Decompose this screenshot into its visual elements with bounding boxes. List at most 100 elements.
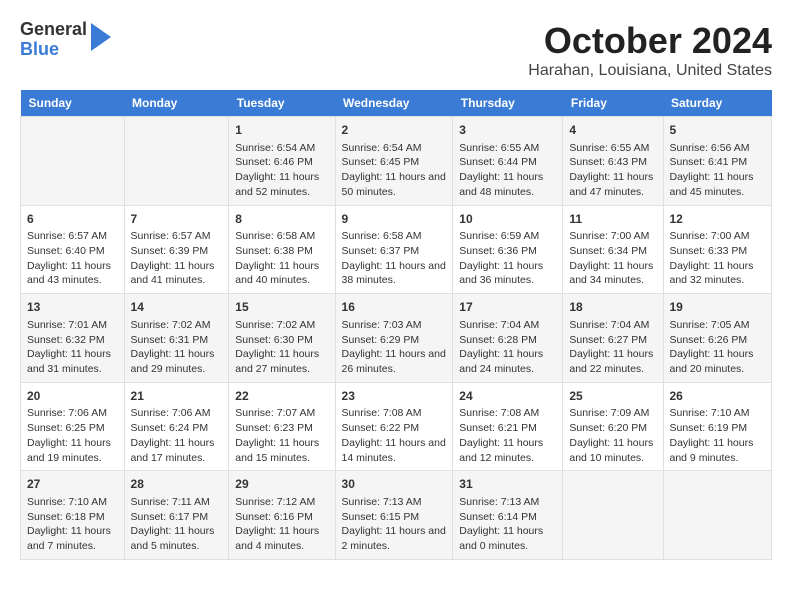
calendar-cell: 28Sunrise: 7:11 AMSunset: 6:17 PMDayligh… [124,471,229,560]
cell-text: Sunset: 6:32 PM [27,333,118,348]
calendar-week-3: 13 Sunrise: 7:01 AMSunset: 6:32 PM Dayligh… [21,294,772,383]
column-header-friday: Friday [563,90,663,117]
logo-blue: Blue [20,40,87,60]
day-number: 12 [670,211,766,228]
cell-text: Sunrise: 7:05 AM [670,318,766,333]
day-number: 10 [459,211,556,228]
calendar-cell: 11Sunrise: 7:00 AMSunset: 6:34 PMDayligh… [563,205,663,294]
day-number: 24 [459,388,556,405]
cell-text: Sunrise: 6:59 AM [459,229,556,244]
cell-text: Sunset: 6:21 PM [459,421,556,436]
cell-text: Sunrise: 6:58 AM [235,229,328,244]
cell-text: Sunset: 6:41 PM [670,155,766,170]
cell-text: Daylight: 11 hours and 34 minutes. [569,259,656,288]
day-number: 6 [27,211,118,228]
cell-text: Daylight: 11 hours and 15 minutes. [235,436,328,465]
cell-text: Sunset: 6:31 PM [131,333,223,348]
day-number: 5 [670,122,766,139]
day-number: 13 [27,299,118,316]
day-number: 15 [235,299,328,316]
cell-text: Sunrise: 7:00 AM [569,229,656,244]
calendar-cell: 2Sunrise: 6:54 AMSunset: 6:45 PMDaylight… [335,117,453,206]
calendar-cell: 8Sunrise: 6:58 AMSunset: 6:38 PMDaylight… [229,205,335,294]
cell-text: Sunrise: 7:01 AM [27,318,118,333]
cell-text: Daylight: 11 hours and 0 minutes. [459,524,556,553]
calendar-cell: 7Sunrise: 6:57 AMSunset: 6:39 PMDaylight… [124,205,229,294]
cell-text: Sunrise: 7:12 AM [235,495,328,510]
cell-text: Sunrise: 7:02 AM [131,318,223,333]
day-number: 1 [235,122,328,139]
column-header-monday: Monday [124,90,229,117]
cell-text: Sunrise: 7:09 AM [569,406,656,421]
cell-text: Daylight: 11 hours and 20 minutes. [670,347,766,376]
cell-text: Daylight: 11 hours and 22 minutes. [569,347,656,376]
day-number: 4 [569,122,656,139]
cell-text: Daylight: 11 hours and 2 minutes. [342,524,447,553]
day-number: 25 [569,388,656,405]
calendar-cell: 3Sunrise: 6:55 AMSunset: 6:44 PMDaylight… [453,117,563,206]
calendar-cell: 17Sunrise: 7:04 AMSunset: 6:28 PMDayligh… [453,294,563,383]
cell-text: Sunrise: 7:13 AM [342,495,447,510]
page-subtitle: Harahan, Louisiana, United States [528,62,772,80]
calendar-cell: 29Sunrise: 7:12 AMSunset: 6:16 PMDayligh… [229,471,335,560]
calendar-week-1: 1Sunrise: 6:54 AMSunset: 6:46 PMDaylight… [21,117,772,206]
day-number: 27 [27,476,118,493]
cell-text: Sunrise: 6:57 AM [27,229,118,244]
cell-text: Sunrise: 6:56 AM [670,141,766,156]
calendar-cell: 18Sunrise: 7:04 AMSunset: 6:27 PMDayligh… [563,294,663,383]
cell-text: Sunrise: 7:02 AM [235,318,328,333]
calendar-cell: 6Sunrise: 6:57 AMSunset: 6:40 PMDaylight… [21,205,125,294]
calendar-cell: 21Sunrise: 7:06 AMSunset: 6:24 PMDayligh… [124,382,229,471]
day-number: 21 [131,388,223,405]
cell-text: Sunset: 6:28 PM [459,333,556,348]
cell-text: Daylight: 11 hours and 40 minutes. [235,259,328,288]
cell-text: Sunrise: 6:55 AM [569,141,656,156]
cell-text: Sunset: 6:46 PM [235,155,328,170]
day-number: 8 [235,211,328,228]
cell-text: Daylight: 11 hours and 14 minutes. [342,436,447,465]
cell-text: Sunset: 6:18 PM [27,510,118,525]
calendar-week-4: 20 Sunrise: 7:06 AM Sunset: 6:25 PM Dayligh… [21,382,772,471]
calendar-cell [663,471,772,560]
day-number: 18 [569,299,656,316]
calendar-cell: 9Sunrise: 6:58 AMSunset: 6:37 PMDaylight… [335,205,453,294]
cell-text: Sunset: 6:16 PM [235,510,328,525]
logo-arrow-icon [91,23,111,51]
cell-text: Daylight: 11 hours and 50 minutes. [342,170,447,199]
column-header-thursday: Thursday [453,90,563,117]
cell-text: Daylight: 11 hours and 43 minutes. [27,259,118,288]
cell-text: Daylight: 11 hours and 5 minutes. [131,524,223,553]
cell-text: Sunset: 6:19 PM [670,421,766,436]
calendar-cell: 16Sunrise: 7:03 AMSunset: 6:29 PMDayligh… [335,294,453,383]
calendar-cell: 20Sunrise: 7:06 AMSunset: 6:25 PMDayligh… [21,382,125,471]
cell-text: Sunset: 6:24 PM [131,421,223,436]
calendar-cell: 30Sunrise: 7:13 AMSunset: 6:15 PMDayligh… [335,471,453,560]
cell-text: Daylight: 11 hours and 52 minutes. [235,170,328,199]
column-header-wednesday: Wednesday [335,90,453,117]
cell-text: Daylight: 11 hours and 10 minutes. [569,436,656,465]
day-number: 16 [342,299,447,316]
calendar-cell: 5Sunrise: 6:56 AMSunset: 6:41 PMDaylight… [663,117,772,206]
calendar-cell: 19Sunrise: 7:05 AMSunset: 6:26 PMDayligh… [663,294,772,383]
day-number: 29 [235,476,328,493]
calendar-cell: 26Sunrise: 7:10 AMSunset: 6:19 PMDayligh… [663,382,772,471]
calendar-cell: 14Sunrise: 7:02 AMSunset: 6:31 PMDayligh… [124,294,229,383]
cell-text: Daylight: 11 hours and 47 minutes. [569,170,656,199]
calendar-table: SundayMondayTuesdayWednesdayThursdayFrid… [20,90,772,560]
cell-text: Sunset: 6:33 PM [670,244,766,259]
calendar-cell: 10Sunrise: 6:59 AMSunset: 6:36 PMDayligh… [453,205,563,294]
day-number: 20 [27,388,118,405]
cell-text: Sunrise: 7:06 AM [131,406,223,421]
cell-text: Sunrise: 7:04 AM [459,318,556,333]
cell-text: Daylight: 11 hours and 41 minutes. [131,259,223,288]
cell-text: Sunset: 6:25 PM [27,421,118,436]
cell-text: Sunset: 6:34 PM [569,244,656,259]
column-header-saturday: Saturday [663,90,772,117]
cell-text: Daylight: 11 hours and 12 minutes. [459,436,556,465]
day-number: 30 [342,476,447,493]
calendar-cell: 27Sunrise: 7:10 AMSunset: 6:18 PMDayligh… [21,471,125,560]
cell-text: Sunset: 6:45 PM [342,155,447,170]
calendar-cell [563,471,663,560]
cell-text: Sunset: 6:29 PM [342,333,447,348]
cell-text: Sunset: 6:38 PM [235,244,328,259]
